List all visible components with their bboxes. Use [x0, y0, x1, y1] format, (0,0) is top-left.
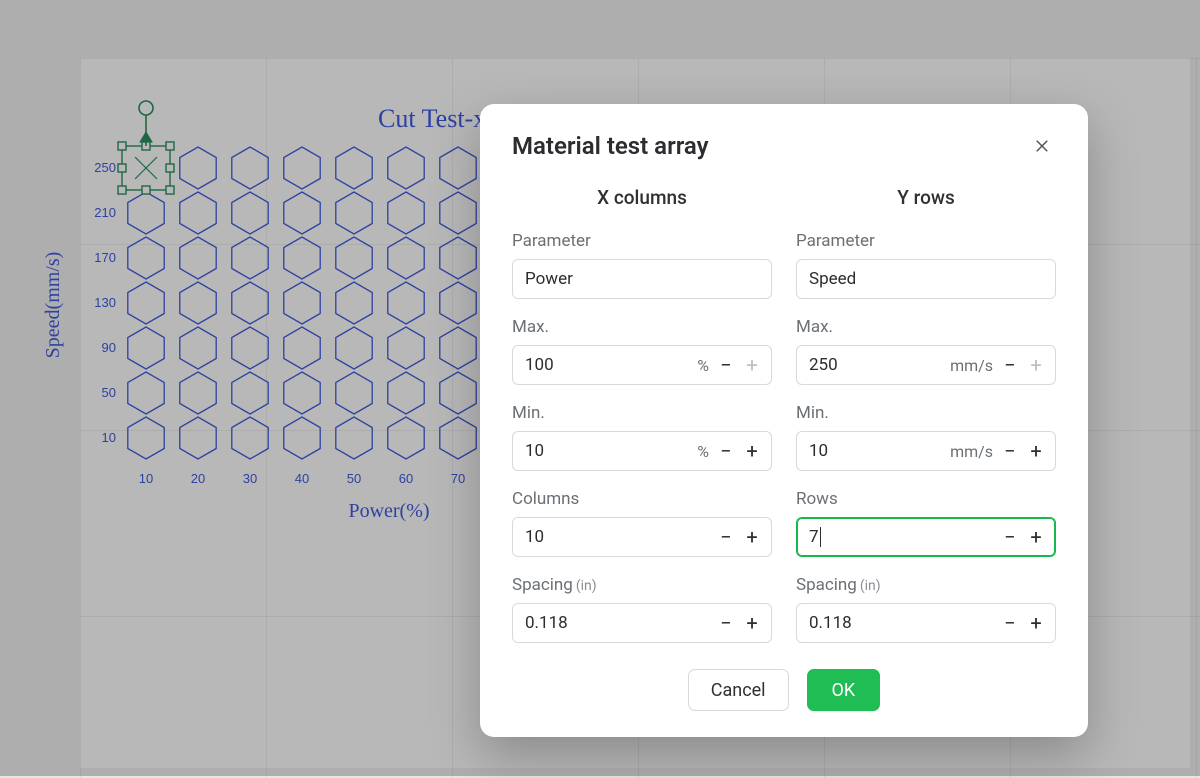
- y-min-decrement[interactable]: −: [1001, 442, 1019, 460]
- y-rows-value: 7: [809, 527, 1001, 547]
- y-max-label: Max.: [796, 317, 1056, 337]
- y-min-unit: mm/s: [950, 442, 993, 461]
- y-axis-label: Speed(mm/s): [42, 252, 64, 359]
- y-spacing-label: Spacing (in): [796, 575, 1056, 595]
- x-min-input[interactable]: 10 % − +: [512, 431, 772, 471]
- x-max-value: 100: [525, 355, 697, 375]
- x-min-unit: %: [697, 442, 709, 461]
- y-max-decrement[interactable]: −: [1001, 356, 1019, 374]
- y-rows-increment[interactable]: +: [1027, 528, 1045, 546]
- y-min-increment[interactable]: +: [1027, 442, 1045, 460]
- x-spacing-label: Spacing (in): [512, 575, 772, 595]
- y-rows-decrement[interactable]: −: [1001, 528, 1019, 546]
- y-spacing-value: 0.118: [809, 613, 1001, 633]
- y-rows-input[interactable]: 7 − +: [796, 517, 1056, 557]
- x-columns-value: 10: [525, 527, 717, 547]
- x-parameter-select[interactable]: Power: [512, 259, 772, 299]
- x-parameter-value: Power: [525, 269, 761, 289]
- x-spacing-value: 0.118: [525, 613, 717, 633]
- y-max-increment[interactable]: +: [1027, 356, 1045, 374]
- x-max-decrement[interactable]: −: [717, 356, 735, 374]
- y-spacing-increment[interactable]: +: [1027, 614, 1045, 632]
- x-parameter-label: Parameter: [512, 231, 772, 251]
- x-spacing-input[interactable]: 0.118 − +: [512, 603, 772, 643]
- x-max-input[interactable]: 100 % − +: [512, 345, 772, 385]
- y-spacing-decrement[interactable]: −: [1001, 614, 1019, 632]
- x-spacing-increment[interactable]: +: [743, 614, 761, 632]
- x-min-decrement[interactable]: −: [717, 442, 735, 460]
- y-min-value: 10: [809, 441, 950, 461]
- x-min-label: Min.: [512, 403, 772, 423]
- ok-button[interactable]: OK: [807, 669, 881, 711]
- y-max-input[interactable]: 250 mm/s − +: [796, 345, 1056, 385]
- close-icon: [1033, 137, 1051, 155]
- y-min-label: Min.: [796, 403, 1056, 423]
- x-min-value: 10: [525, 441, 697, 461]
- x-min-increment[interactable]: +: [743, 442, 761, 460]
- x-columns-heading: X columns: [512, 186, 772, 209]
- dialog-title: Material test array: [512, 132, 709, 160]
- y-rows-section: Y rows Parameter Speed Max. 250 mm/s − +: [796, 186, 1056, 661]
- x-columns-input[interactable]: 10 − +: [512, 517, 772, 557]
- x-spacing-decrement[interactable]: −: [717, 614, 735, 632]
- y-max-unit: mm/s: [950, 356, 993, 375]
- x-columns-decrement[interactable]: −: [717, 528, 735, 546]
- y-parameter-select[interactable]: Speed: [796, 259, 1056, 299]
- y-parameter-value: Speed: [809, 269, 1045, 289]
- y-rows-label: Rows: [796, 489, 1056, 509]
- x-columns-increment[interactable]: +: [743, 528, 761, 546]
- x-columns-section: X columns Parameter Power Max. 100 % − +: [512, 186, 772, 661]
- x-columns-label: Columns: [512, 489, 772, 509]
- y-spacing-input[interactable]: 0.118 − +: [796, 603, 1056, 643]
- y-parameter-label: Parameter: [796, 231, 1056, 251]
- x-max-unit: %: [697, 356, 709, 375]
- x-max-increment[interactable]: +: [743, 356, 761, 374]
- x-max-label: Max.: [512, 317, 772, 337]
- cancel-button[interactable]: Cancel: [688, 669, 789, 711]
- y-max-value: 250: [809, 355, 950, 375]
- y-min-input[interactable]: 10 mm/s − +: [796, 431, 1056, 471]
- y-rows-heading: Y rows: [796, 186, 1056, 209]
- material-test-array-dialog: Material test array X columns Parameter …: [480, 104, 1088, 737]
- close-button[interactable]: [1028, 132, 1056, 160]
